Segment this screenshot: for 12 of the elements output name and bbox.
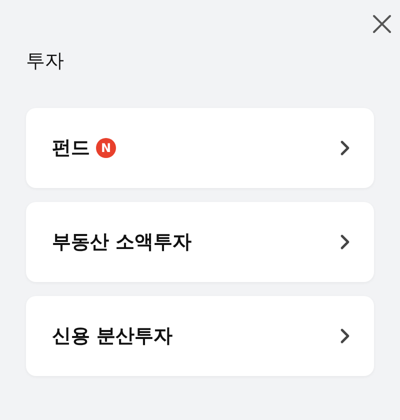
new-badge: N bbox=[96, 138, 116, 158]
menu-item[interactable]: 신용 분산투자 bbox=[26, 296, 374, 376]
menu-item[interactable]: 부동산 소액투자 bbox=[26, 202, 374, 282]
menu-item-label: 부동산 소액투자 bbox=[52, 230, 192, 255]
chevron-right-icon bbox=[340, 140, 350, 156]
chevron-right-icon bbox=[340, 234, 350, 250]
menu-item[interactable]: 펀드 N bbox=[26, 108, 374, 188]
close-icon[interactable] bbox=[372, 14, 392, 34]
chevron-right-icon bbox=[340, 328, 350, 344]
menu-item-label: 신용 분산투자 bbox=[52, 324, 173, 349]
section-title: 투자 bbox=[26, 49, 65, 74]
menu-item-label: 펀드 bbox=[52, 136, 90, 161]
